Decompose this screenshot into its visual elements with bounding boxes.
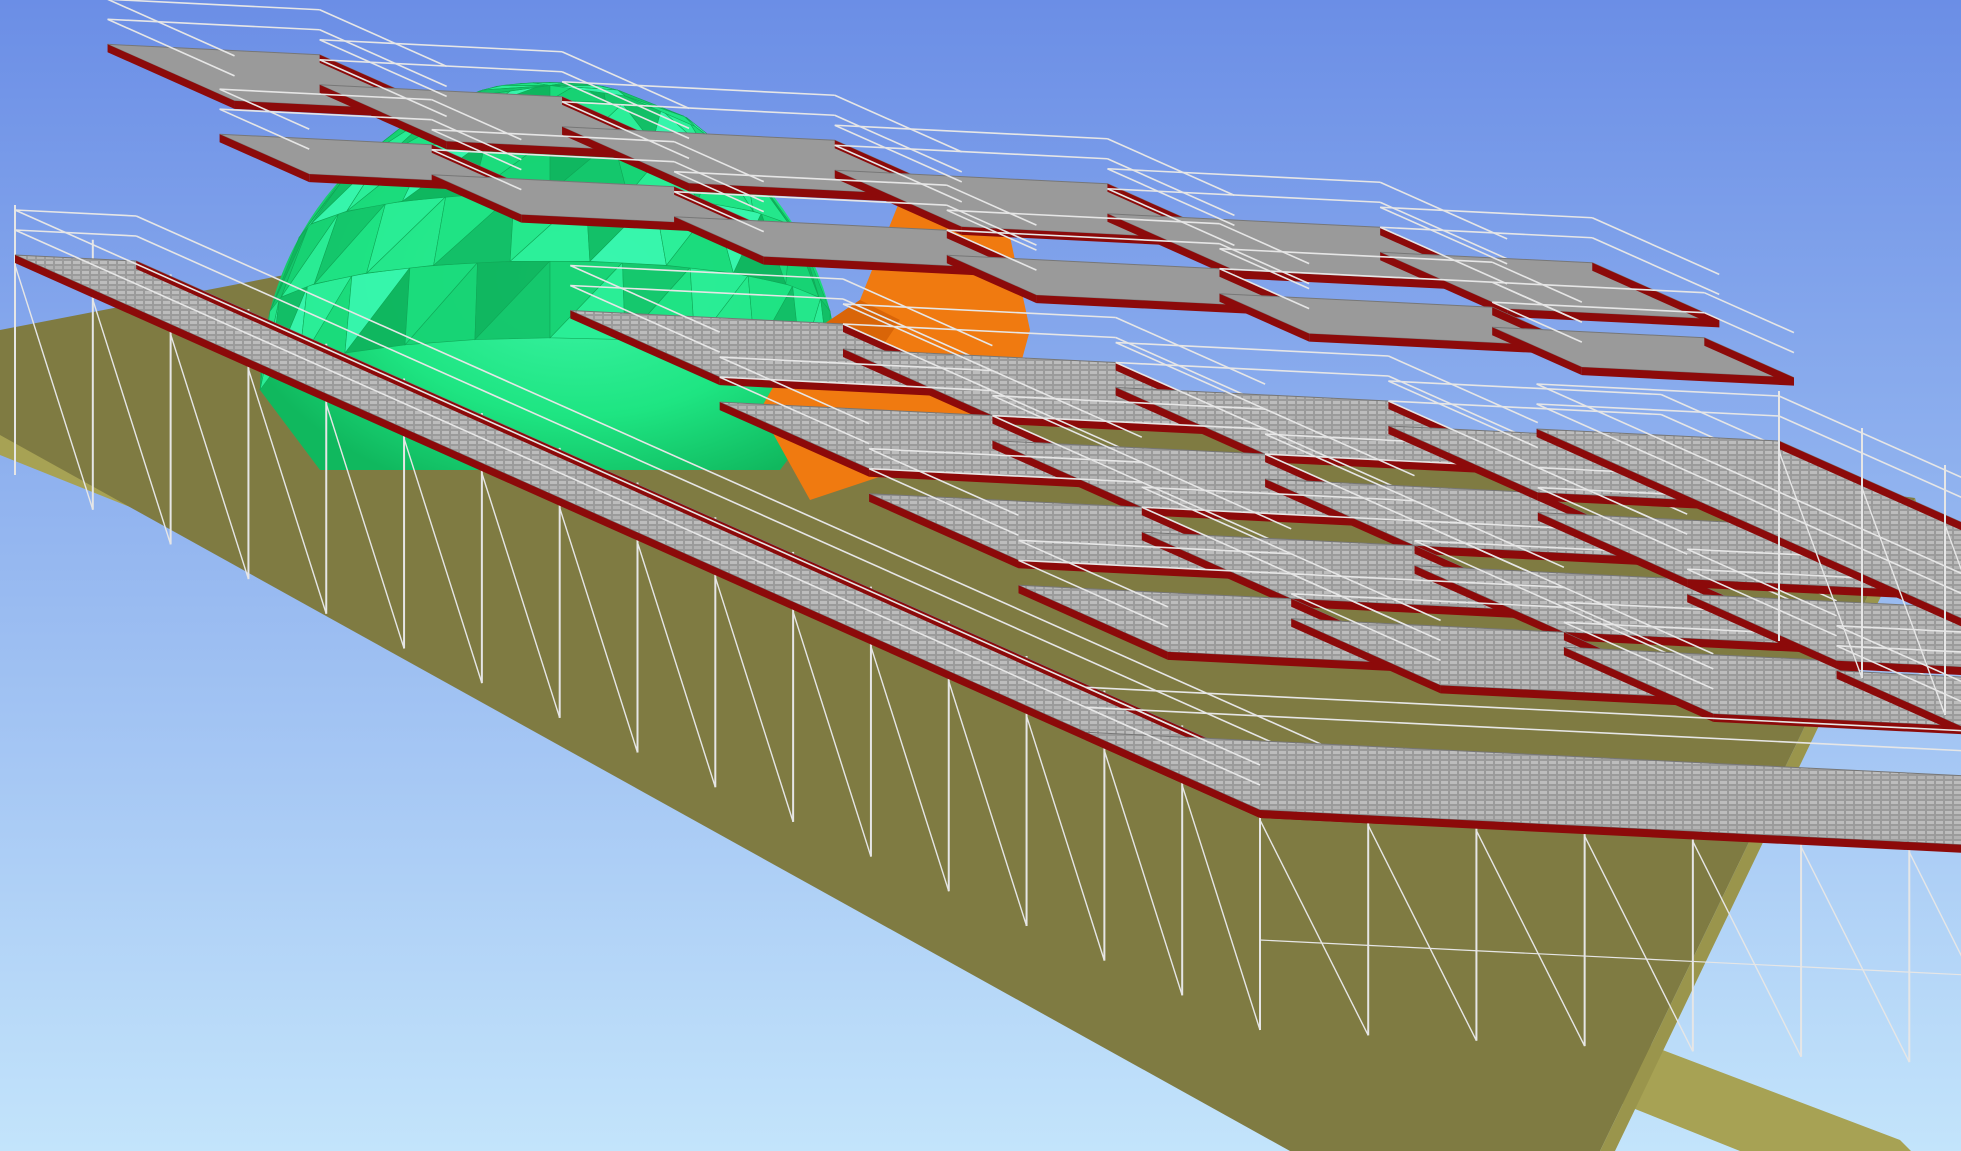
scaffold-scene[interactable] — [0, 0, 1961, 1151]
3d-viewport[interactable] — [0, 0, 1961, 1151]
